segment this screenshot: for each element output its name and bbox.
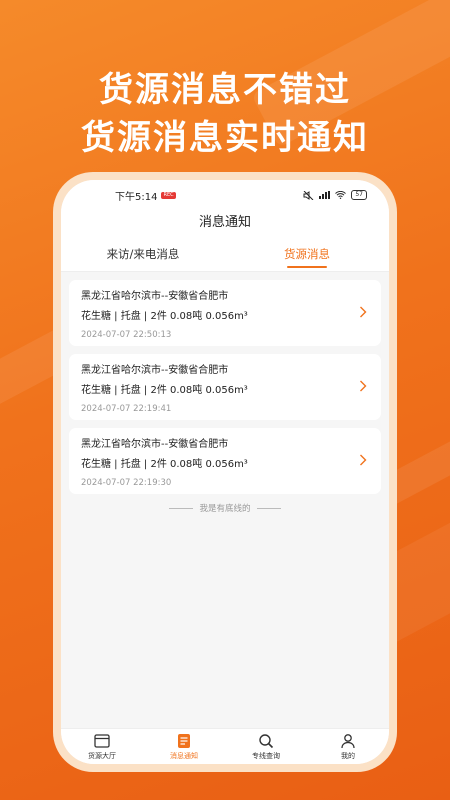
message-time: 2024-07-07 22:19:41 <box>81 404 172 414</box>
tabbar-label: 专线查询 <box>252 752 280 760</box>
message-time: 2024-07-07 22:19:30 <box>81 478 172 488</box>
list-item[interactable]: 黑龙江省哈尔滨市--安徽省合肥市 花生糖 | 托盘 | 2件 0.08吨 0.0… <box>69 428 381 494</box>
divider <box>256 507 281 509</box>
list-item[interactable]: 黑龙江省哈尔滨市--安徽省合肥市 花生糖 | 托盘 | 2件 0.08吨 0.0… <box>69 354 381 420</box>
message-goods: 花生糖 | 托盘 | 2件 0.08吨 0.056m³ <box>81 311 248 322</box>
headline-line-2: 货源消息实时通知 <box>81 118 369 158</box>
wifi-icon <box>335 191 347 199</box>
message-route: 黑龙江省哈尔滨市--安徽省合肥市 <box>81 439 229 450</box>
message-list: 黑龙江省哈尔滨市--安徽省合肥市 花生糖 | 托盘 | 2件 0.08吨 0.0… <box>61 272 389 514</box>
search-icon <box>259 734 274 749</box>
list-end-text: 我是有底线的 <box>199 504 251 514</box>
tab-visit-call-messages[interactable]: 来访/来电消息 <box>61 240 225 271</box>
tabbar-label: 货源大厅 <box>88 752 116 760</box>
user-icon <box>341 734 355 749</box>
page-title: 消息通知 <box>61 210 389 240</box>
message-route: 黑龙江省哈尔滨市--安徽省合肥市 <box>81 365 229 376</box>
recording-badge: REC <box>161 191 176 199</box>
divider <box>169 507 194 509</box>
status-time: 下午5:14 <box>115 191 158 203</box>
tabbar-item-profile[interactable]: 我的 <box>307 729 389 764</box>
phone-frame: 下午5:14 REC 57 消息通知 来访/来电消息 货源消息 黑龙江省哈尔滨市… <box>53 172 397 772</box>
bottom-tab-bar: 货源大厅 消息通知 专线查询 我的 <box>61 728 389 764</box>
tabbar-item-line-search[interactable]: 专线查询 <box>225 729 307 764</box>
message-route: 黑龙江省哈尔滨市--安徽省合肥市 <box>81 291 229 302</box>
phone-screen: 下午5:14 REC 57 消息通知 来访/来电消息 货源消息 黑龙江省哈尔滨市… <box>61 180 389 764</box>
signal-icon <box>319 191 331 199</box>
mute-icon <box>303 190 314 200</box>
list-end-indicator: 我是有底线的 <box>69 502 381 514</box>
hall-icon <box>94 734 110 748</box>
message-tabs: 来访/来电消息 货源消息 <box>61 240 389 272</box>
message-goods: 花生糖 | 托盘 | 2件 0.08吨 0.056m³ <box>81 385 248 396</box>
message-time: 2024-07-07 22:50:13 <box>81 330 172 340</box>
chevron-right-icon <box>360 306 367 318</box>
battery-icon: 57 <box>351 190 367 200</box>
message-icon <box>178 734 190 748</box>
tabbar-label: 我的 <box>341 752 355 760</box>
status-bar: 下午5:14 REC 57 <box>61 180 389 210</box>
tabbar-item-cargo-hall[interactable]: 货源大厅 <box>61 729 143 764</box>
chevron-right-icon <box>360 454 367 466</box>
headline-line-1: 货源消息不错过 <box>99 70 351 110</box>
list-item[interactable]: 黑龙江省哈尔滨市--安徽省合肥市 花生糖 | 托盘 | 2件 0.08吨 0.0… <box>69 280 381 346</box>
message-goods: 花生糖 | 托盘 | 2件 0.08吨 0.056m³ <box>81 459 248 470</box>
chevron-right-icon <box>360 380 367 392</box>
tabbar-item-messages[interactable]: 消息通知 <box>143 729 225 764</box>
tabbar-label: 消息通知 <box>170 752 198 760</box>
tab-cargo-messages[interactable]: 货源消息 <box>225 240 389 271</box>
